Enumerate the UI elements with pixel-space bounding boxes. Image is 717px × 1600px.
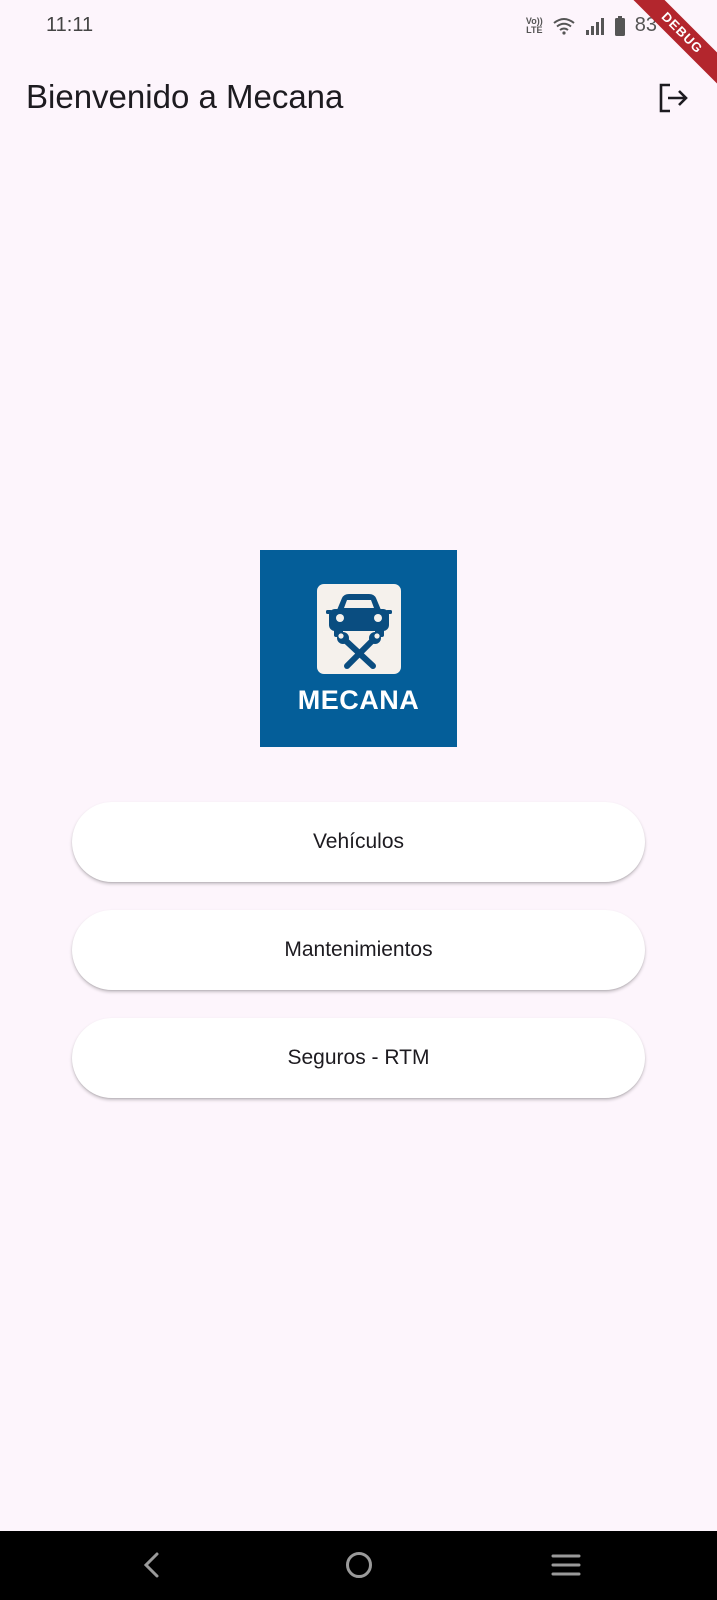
wifi-icon (553, 17, 575, 35)
menu-icon (551, 1554, 581, 1576)
logo-card (317, 584, 401, 674)
volte-bottom: LTE (526, 24, 543, 35)
car-wrench-icon (326, 594, 392, 669)
vehicles-button[interactable]: Vehículos (72, 802, 645, 882)
logo-text: MECANA (297, 685, 420, 715)
app-bar: Bienvenido a Mecana (0, 64, 717, 134)
logout-button[interactable] (653, 78, 693, 118)
status-time: 11:11 (46, 14, 94, 36)
maintenance-button-label: Mantenimientos (284, 938, 433, 961)
mecana-logo: MECANA (260, 550, 457, 747)
logout-icon (659, 83, 688, 113)
status-bar: 11:11 Vo)) LTE 83 (0, 0, 717, 54)
page-title: Bienvenido a Mecana (26, 78, 344, 115)
back-icon (143, 1552, 159, 1578)
volte-icon: Vo)) LTE (526, 16, 543, 35)
home-icon (346, 1552, 372, 1578)
signal-icon (585, 17, 604, 35)
insurance-rtm-button[interactable]: Seguros - RTM (72, 1018, 645, 1098)
insurance-rtm-button-label: Seguros - RTM (287, 1046, 430, 1069)
status-icons: Vo)) LTE 83 (526, 14, 657, 37)
back-button[interactable] (130, 1545, 174, 1585)
battery-icon (614, 15, 625, 36)
system-nav-bar (0, 1531, 717, 1600)
maintenance-button[interactable]: Mantenimientos (72, 910, 645, 990)
recents-button[interactable] (544, 1545, 588, 1585)
home-button[interactable] (337, 1545, 381, 1585)
vehicles-button-label: Vehículos (312, 830, 405, 853)
